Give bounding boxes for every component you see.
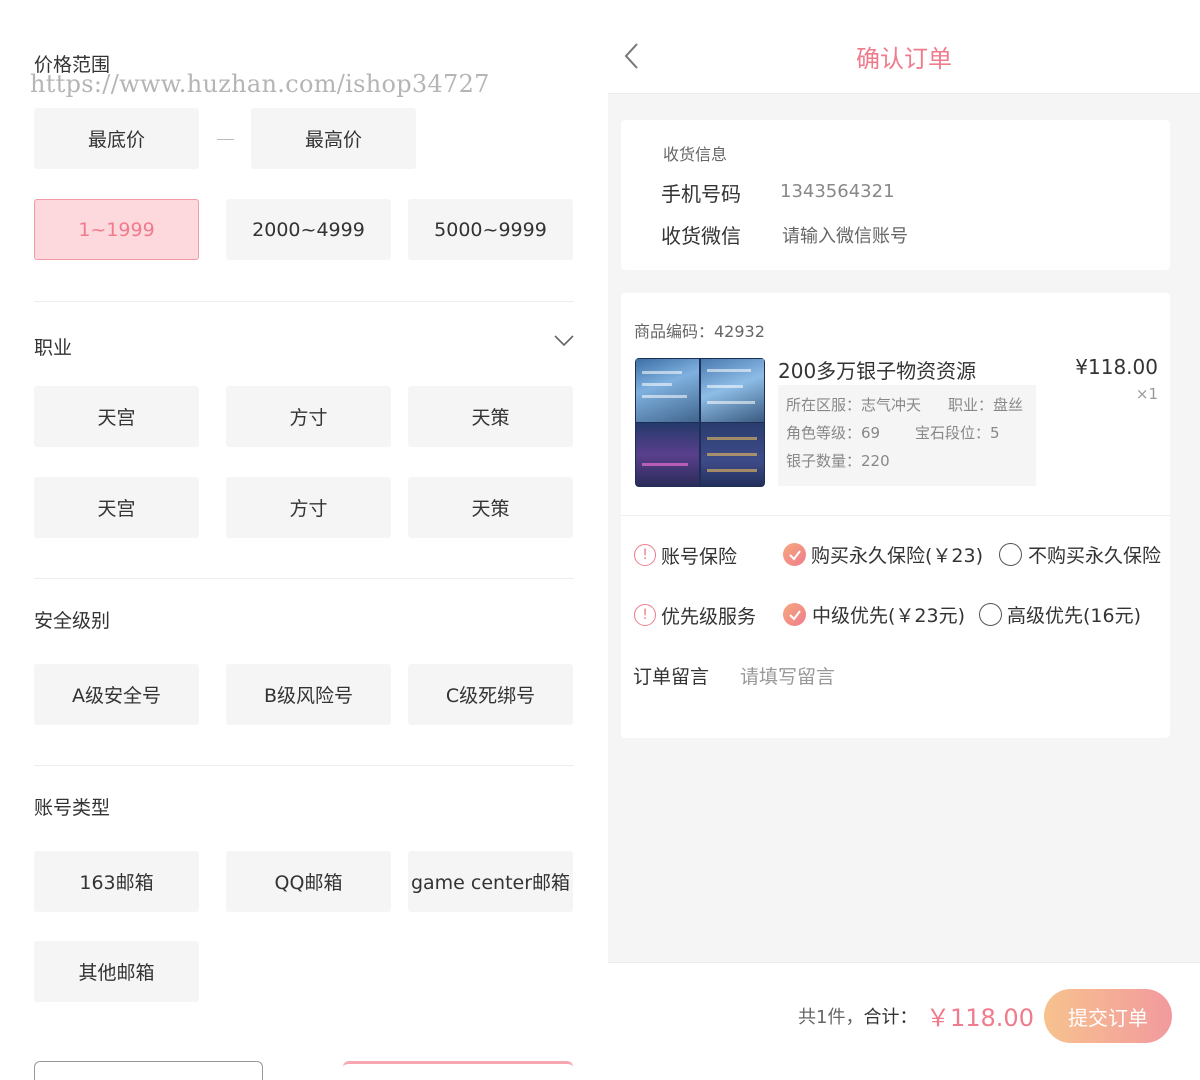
profession-option[interactable]: 天策	[408, 386, 573, 447]
insurance-buy-radio[interactable]	[783, 543, 806, 566]
wechat-label: 收货微信	[661, 224, 741, 248]
check-icon	[788, 609, 801, 621]
confirm-button[interactable]	[343, 1061, 573, 1080]
security-option[interactable]: C级死绑号	[408, 664, 573, 725]
attr-silver: 银子数量：220	[786, 452, 890, 470]
profession-option[interactable]: 方寸	[226, 477, 391, 538]
total-label: 共1件，合计：	[798, 1003, 917, 1029]
wechat-input[interactable]: 请输入微信账号	[782, 222, 908, 248]
insurance-label: 账号保险	[661, 546, 738, 568]
note-label: 订单留言	[633, 666, 710, 688]
goods-name: 200多万银子物资资源	[778, 359, 977, 383]
chevron-down-icon[interactable]	[554, 334, 574, 348]
insurance-skip-text[interactable]: 不购买永久保险	[1028, 541, 1161, 568]
attr-server: 所在区服：志气冲天	[786, 396, 922, 414]
profession-option[interactable]: 天策	[408, 477, 573, 538]
priority-mid-radio[interactable]	[783, 603, 806, 626]
divider	[34, 578, 574, 579]
submit-order-button[interactable]: 提交订单	[1044, 989, 1172, 1043]
filter-panel: 价格范围 https://www.huzhan.com/ishop34727 最…	[0, 0, 608, 1080]
account-type-option[interactable]: 其他邮箱	[34, 941, 199, 1002]
attr-level: 角色等级：69	[786, 424, 881, 442]
profession-option[interactable]: 天宫	[34, 386, 199, 447]
range-dash	[217, 139, 234, 140]
price-range-option[interactable]: 2000~4999	[226, 199, 391, 260]
goods-card: 商品编码：42932 200多万银子物资资源 ¥118.00 ×1 所在区服：志…	[621, 293, 1170, 738]
price-range-option[interactable]: 5000~9999	[408, 199, 573, 260]
profession-option[interactable]: 天宫	[34, 477, 199, 538]
nav-bar: 确认订单	[608, 0, 1200, 94]
phone-label: 手机号码	[661, 182, 741, 206]
total-text: 合计：	[863, 1007, 918, 1028]
security-option[interactable]: A级安全号	[34, 664, 199, 725]
goods-price: ¥118.00	[1075, 355, 1158, 379]
profession-option[interactable]: 方寸	[226, 386, 391, 447]
goods-attributes: 所在区服：志气冲天 职业：盘丝 角色等级：69 宝石段位：5 银子数量：220	[778, 385, 1036, 486]
max-price-input[interactable]: 最高价	[251, 108, 416, 169]
goods-code: 商品编码：42932	[634, 322, 765, 341]
priority-mid-text[interactable]: 中级优先(￥23元)	[812, 601, 965, 628]
shipping-info-card: 收货信息 手机号码 1343564321 收货微信 请输入微信账号	[621, 120, 1170, 270]
security-level-title: 安全级别	[34, 610, 111, 632]
account-type-title: 账号类型	[34, 797, 111, 819]
priority-label: 优先级服务	[661, 606, 757, 628]
divider	[34, 301, 574, 302]
note-input[interactable]: 请填写留言	[740, 662, 835, 689]
security-option[interactable]: B级风险号	[226, 664, 391, 725]
watermark-text: https://www.huzhan.com/ishop34727	[30, 70, 490, 98]
priority-high-text[interactable]: 高级优先(16元)	[1007, 601, 1141, 628]
shipping-section-label: 收货信息	[663, 145, 728, 164]
min-price-input[interactable]: 最底价	[34, 108, 199, 169]
divider	[34, 765, 574, 766]
reset-button[interactable]	[34, 1061, 263, 1080]
attr-gem: 宝石段位：5	[915, 424, 1000, 442]
item-count: 共1件，	[798, 1007, 864, 1028]
goods-thumbnail	[635, 358, 765, 487]
check-icon	[788, 549, 801, 561]
order-footer: 共1件，合计： ￥118.00 提交订单	[608, 962, 1200, 1080]
attr-profession: 职业：盘丝	[948, 396, 1024, 414]
account-type-option[interactable]: QQ邮箱	[226, 851, 391, 912]
price-range-option[interactable]: 1~1999	[34, 199, 199, 260]
page-title: 确认订单	[856, 45, 952, 73]
alert-icon: !	[634, 604, 656, 626]
priority-high-radio[interactable]	[979, 603, 1002, 626]
insurance-buy-text[interactable]: 购买永久保险(￥23)	[811, 541, 983, 568]
divider	[621, 515, 1170, 516]
account-type-option[interactable]: 163邮箱	[34, 851, 199, 912]
profession-title: 职业	[34, 337, 73, 359]
phone-value: 1343564321	[780, 181, 895, 202]
insurance-skip-radio[interactable]	[999, 543, 1022, 566]
account-type-option[interactable]: game center邮箱	[408, 851, 573, 912]
total-amount: ￥118.00	[926, 1004, 1034, 1032]
alert-icon: !	[634, 544, 656, 566]
goods-quantity: ×1	[1135, 385, 1158, 403]
order-panel: 确认订单 收货信息 手机号码 1343564321 收货微信 请输入微信账号 商…	[608, 0, 1200, 1080]
